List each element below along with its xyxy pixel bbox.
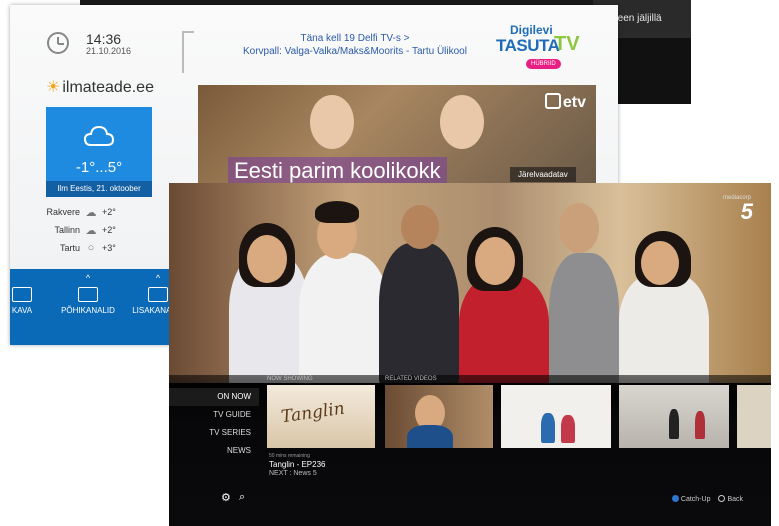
mediacorp-tv-screen: mediacorp 5 ON NOW TV GUIDE TV SERIES NE… (169, 183, 771, 526)
presenter-face (440, 95, 484, 149)
person (459, 275, 549, 383)
show-title: Eesti parim koolikokk (228, 157, 447, 185)
ticker-bracket (182, 31, 194, 73)
person (299, 253, 389, 383)
person (695, 411, 705, 439)
weather-temperature: -1°...5° (75, 159, 123, 176)
tanglin-logo: Tanglin (279, 398, 346, 428)
person (619, 273, 709, 383)
related-video-thumbnail[interactable] (501, 385, 611, 448)
person-face (559, 203, 599, 253)
back-button-icon (718, 495, 726, 502)
city-temp: +2° (102, 225, 116, 235)
now-showing-thumbnail[interactable]: Tanglin (267, 385, 375, 448)
person-hair (315, 201, 359, 223)
gear-icon[interactable]: ⚙ (221, 491, 231, 504)
person (549, 253, 619, 383)
chevron-up-icon: ^ (85, 273, 91, 283)
person (407, 425, 453, 448)
clock-icon (47, 32, 69, 54)
related-video-thumbnail[interactable] (385, 385, 493, 448)
city-name: Tallinn (54, 225, 80, 235)
ticker-line-2[interactable]: Korvpall: Valga-Valka/Maks&Moorits - Tar… (200, 46, 510, 57)
cloud-icon: ○ (87, 242, 95, 254)
live-tv-preview[interactable]: etv Eesti parim koolikokk Järelvaadatav (198, 85, 596, 185)
back-hint[interactable]: Back (727, 496, 743, 503)
tv-text: TV (554, 33, 580, 55)
sun-cloud-icon: ☀ (46, 79, 61, 96)
person (669, 409, 679, 439)
related-videos-label: RELATED VIDEOS (385, 376, 437, 382)
etv-logo: etv (544, 93, 586, 112)
rewatch-badge: Järelvaadatav (510, 167, 576, 182)
channel-5-logo: 5 (740, 199, 753, 224)
related-video-thumbnail[interactable] (737, 385, 771, 448)
presenter-face (310, 95, 354, 149)
person (379, 243, 459, 383)
person (541, 413, 555, 443)
nav-kava[interactable]: KAVA (10, 269, 42, 345)
menu-on-now[interactable]: ON NOW (169, 388, 259, 406)
city-row: Tartu ○ +3° (40, 239, 160, 257)
next-program: NEXT : News 5 (269, 470, 317, 477)
city-temp: +2° (102, 207, 116, 217)
tv-icon (148, 287, 168, 302)
person-face (247, 235, 287, 283)
partly-cloudy-icon: ☁ (85, 206, 97, 219)
nav-pohikanalid[interactable]: ^ PÕHIKANALID (58, 269, 118, 345)
digilevi-logo-text: Digilevi (510, 23, 553, 37)
weather-caption: Ilm Eestis, 21. oktoober (46, 181, 152, 197)
chevron-up-icon (10, 273, 42, 283)
person-face (475, 237, 515, 285)
city-row: Tallinn ☁ +2° (40, 221, 160, 239)
main-menu: ON NOW TV GUIDE TV SERIES NEWS (169, 388, 259, 460)
etv-logo-text: etv (562, 94, 586, 111)
person-face (641, 241, 679, 285)
hybrid-badge: HÜBRIID (526, 59, 561, 69)
now-showing-label: NOW SHOWING (267, 376, 313, 382)
tv-icon (78, 287, 98, 302)
ilmateade-logo: ☀ ilmateade.ee (46, 77, 154, 97)
person (561, 415, 575, 443)
digilevi-logo: Digilevi TASUTA TV HÜBRIID (496, 23, 594, 79)
search-icon[interactable]: ⌕ (239, 491, 245, 504)
episode-title: Tanglin - EP236 (269, 460, 326, 469)
city-row: Rakvere ☁ +2° (40, 203, 160, 221)
clock-date: 21.10.2016 (86, 46, 132, 56)
cloud-icon (84, 125, 114, 146)
menu-news[interactable]: NEWS (169, 442, 259, 460)
weather-widget[interactable]: -1°...5° Ilm Eestis, 21. oktoober (46, 107, 152, 197)
ilmateade-text: ilmateade.ee (62, 79, 154, 96)
city-forecast-list: Rakvere ☁ +2° Tallinn ☁ +2° Tartu ○ +3° (40, 203, 160, 257)
partly-cloudy-icon: ☁ (85, 224, 97, 237)
tasuta-text: TASUTA (496, 36, 560, 55)
menu-tv-guide[interactable]: TV GUIDE (169, 406, 259, 424)
clock-time: 14:36 (86, 31, 122, 47)
catch-up-hint[interactable]: Catch-Up (681, 496, 711, 503)
drama-scene: mediacorp 5 (169, 183, 771, 383)
nav-label: KAVA (11, 306, 33, 315)
time-remaining: 50 mins remaining (269, 453, 310, 459)
ticker-line-1[interactable]: Täna kell 19 Delfi TV-s > (200, 33, 510, 44)
menu-tv-series[interactable]: TV SERIES (169, 424, 259, 442)
city-name: Tartu (59, 243, 80, 253)
related-video-thumbnail[interactable] (619, 385, 729, 448)
city-temp: +3° (102, 243, 116, 253)
blue-button-icon (671, 495, 679, 502)
tv-icon (12, 287, 32, 302)
nav-label: PÕHIKANALID (61, 306, 115, 315)
person-face (401, 205, 439, 249)
remote-hints: Catch-Up Back (671, 495, 743, 503)
city-name: Rakvere (46, 207, 80, 217)
